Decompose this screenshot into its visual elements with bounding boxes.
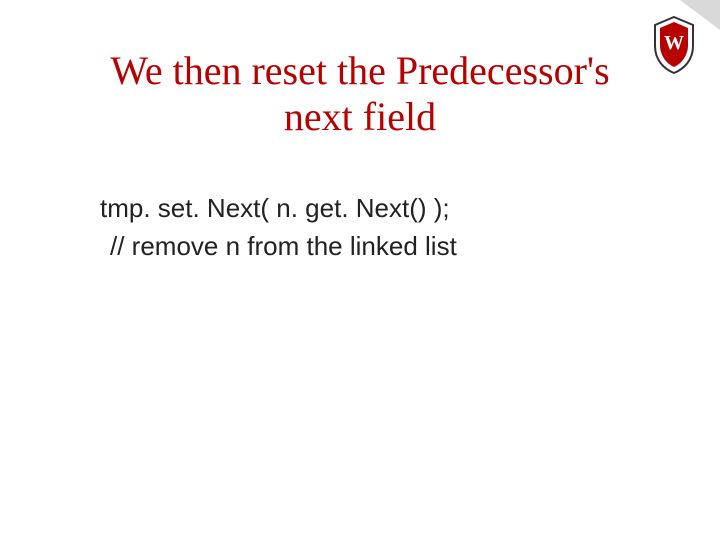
title-line-2: next field (284, 94, 436, 139)
logo-letter: W (664, 32, 684, 54)
slide-title: We then reset the Predecessor's next fie… (0, 48, 720, 140)
slide-body: tmp. set. Next( n. get. Next() ); // rem… (100, 190, 640, 265)
title-line-1: We then reset the Predecessor's (110, 48, 609, 93)
university-logo-icon: W (652, 16, 696, 74)
code-line-1: tmp. set. Next( n. get. Next() ); (100, 190, 640, 228)
code-line-2: // remove n from the linked list (100, 228, 640, 266)
slide: W We then reset the Predecessor's next f… (0, 0, 720, 540)
